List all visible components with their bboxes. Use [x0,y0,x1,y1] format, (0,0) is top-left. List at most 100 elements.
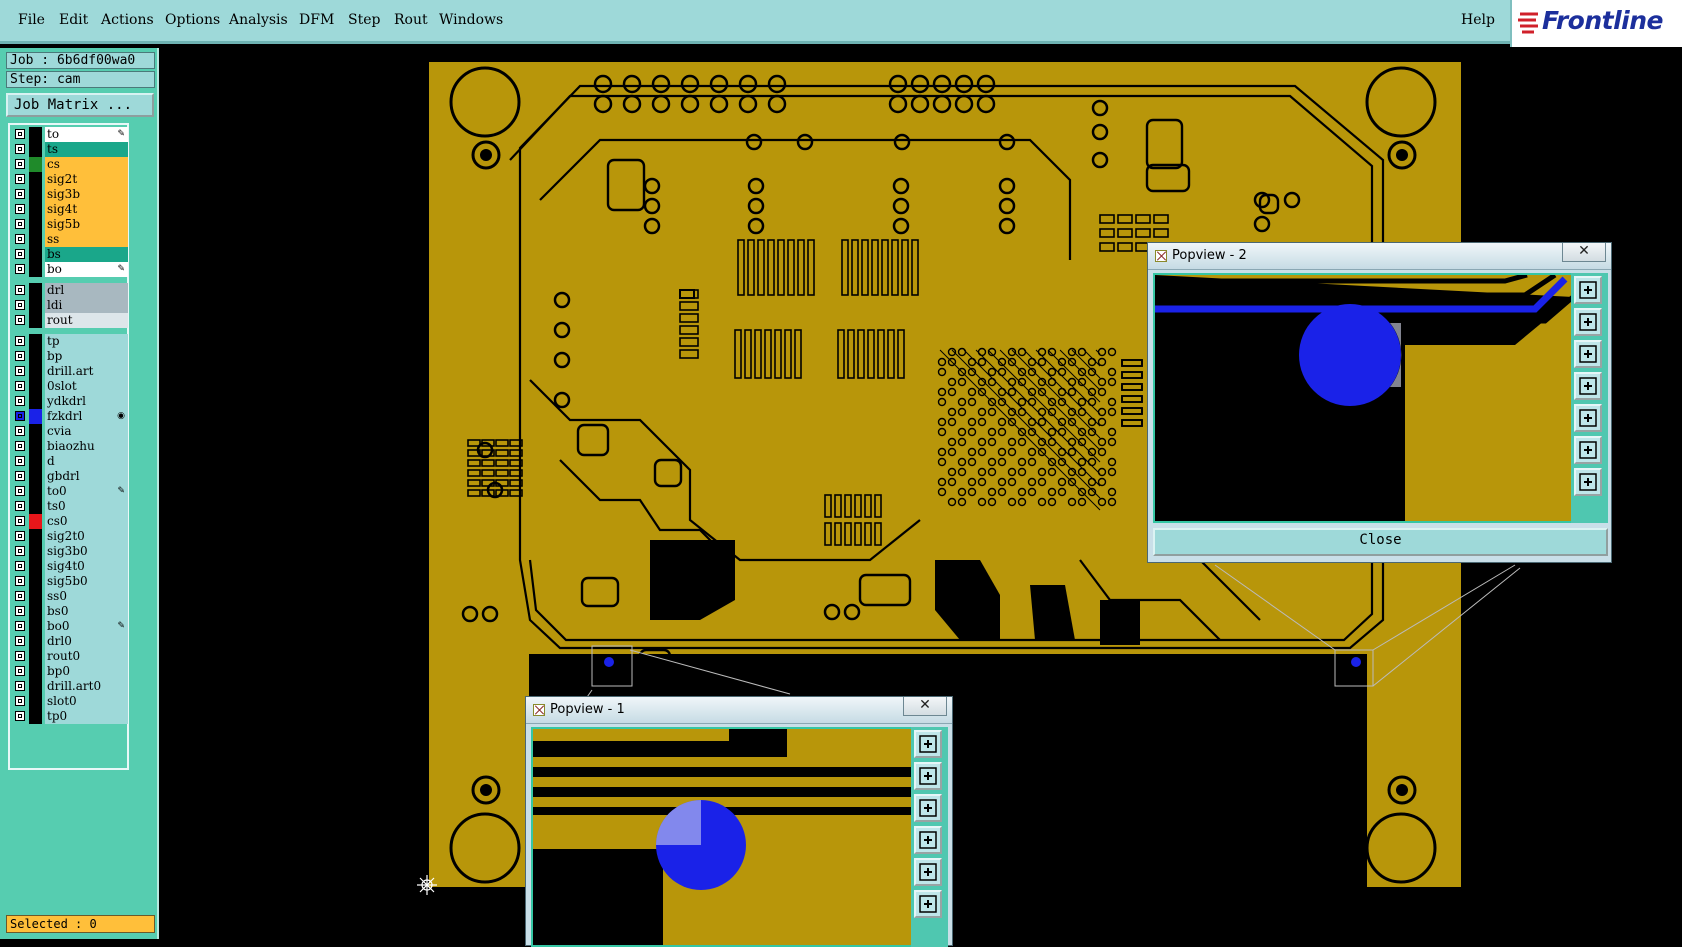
layer-name[interactable]: ydkdrl [45,394,128,409]
pan-right-icon[interactable] [914,858,942,886]
layer-checkbox[interactable] [15,300,25,310]
layer-name[interactable]: cs0 [45,514,128,529]
pan-right-icon[interactable] [1574,404,1602,432]
layer-color-swatch[interactable] [29,619,42,634]
layer-name[interactable]: sig3b [45,187,128,202]
layer-checkbox[interactable] [15,285,25,295]
layer-row-rout0[interactable]: rout0 [12,649,128,664]
layer-row-to0[interactable]: to0 ✎ [12,484,128,499]
layer-row-biaozhu[interactable]: biaozhu [12,439,128,454]
layer-row-cvia[interactable]: cvia [12,424,128,439]
layer-color-swatch[interactable] [29,649,42,664]
layer-name[interactable]: rout0 [45,649,128,664]
layer-checkbox[interactable] [15,471,25,481]
layer-row-sig2t0[interactable]: sig2t0 [12,529,128,544]
layer-color-swatch[interactable] [29,202,42,217]
layer-name[interactable]: tp [45,334,128,349]
layer-row-d[interactable]: d [12,454,128,469]
layer-checkbox[interactable] [15,651,25,661]
layer-row-sig5b[interactable]: sig5b [12,217,128,232]
layer-checkbox[interactable] [15,234,25,244]
zoom-window-icon[interactable] [1574,276,1602,304]
menu-analysis[interactable]: Analysis [229,12,288,28]
layer-color-swatch[interactable] [29,283,42,298]
layer-color-swatch[interactable] [29,334,42,349]
layer-color-swatch[interactable] [29,313,42,328]
layer-row-cs0[interactable]: cs0 [12,514,128,529]
layer-checkbox[interactable] [15,336,25,346]
menu-dfm[interactable]: DFM [299,12,334,28]
layer-row-bo0[interactable]: bo0 ✎ [12,619,128,634]
layer-row-bo[interactable]: bo ✎ [12,262,128,277]
layer-checkbox[interactable] [15,711,25,721]
layer-color-swatch[interactable] [29,604,42,619]
popview-1-titlebar[interactable]: Popview - 1 ✕ [526,697,952,724]
menu-rout[interactable]: Rout [394,12,428,28]
layer-color-swatch[interactable] [29,172,42,187]
layer-color-swatch[interactable] [29,142,42,157]
layer-checkbox[interactable] [15,219,25,229]
layer-row-tp0[interactable]: tp0 [12,709,128,724]
layer-row-slot0[interactable]: slot0 [12,694,128,709]
layer-name[interactable]: bo ✎ [45,262,128,277]
layer-row-drill.art[interactable]: drill.art [12,364,128,379]
layer-row-rout[interactable]: rout [12,313,128,328]
layer-name[interactable]: fzkdrl ◉ [45,409,128,424]
layer-color-swatch[interactable] [29,529,42,544]
zoom-home-icon[interactable] [1574,468,1602,496]
layer-checkbox[interactable] [15,486,25,496]
zoom-fit-icon[interactable] [914,890,942,918]
layer-color-swatch[interactable] [29,187,42,202]
layer-color-swatch[interactable] [29,559,42,574]
pan-left-icon[interactable] [1574,372,1602,400]
layer-row-drl0[interactable]: drl0 [12,634,128,649]
layer-checkbox[interactable] [15,159,25,169]
menu-options[interactable]: Options [165,12,220,28]
layer-checkbox[interactable] [15,174,25,184]
layer-row-sig3b0[interactable]: sig3b0 [12,544,128,559]
popview-2-close-icon[interactable]: ✕ [1562,243,1606,262]
layer-color-swatch[interactable] [29,484,42,499]
layer-color-swatch[interactable] [29,439,42,454]
layer-name[interactable]: to ✎ [45,127,128,142]
layer-name[interactable]: 0slot [45,379,128,394]
layer-row-gbdrl[interactable]: gbdrl [12,469,128,484]
layer-color-swatch[interactable] [29,298,42,313]
layer-checkbox[interactable] [15,411,25,421]
layer-name[interactable]: ldi [45,298,128,313]
layer-name[interactable]: sig4t0 [45,559,128,574]
layer-row-ydkdrl[interactable]: ydkdrl [12,394,128,409]
layer-name[interactable]: biaozhu [45,439,128,454]
menu-step[interactable]: Step [348,12,380,28]
layer-checkbox[interactable] [15,249,25,259]
layer-name[interactable]: sig5b0 [45,574,128,589]
layer-name[interactable]: sig3b0 [45,544,128,559]
menu-actions[interactable]: Actions [101,12,154,28]
layer-name[interactable]: sig2t [45,172,128,187]
layer-color-swatch[interactable] [29,664,42,679]
layer-checkbox[interactable] [15,666,25,676]
layer-name[interactable]: bs [45,247,128,262]
layer-checkbox[interactable] [15,606,25,616]
layer-color-swatch[interactable] [29,679,42,694]
layer-row-sig4t0[interactable]: sig4t0 [12,559,128,574]
layer-name[interactable]: bp0 [45,664,128,679]
layer-color-swatch[interactable] [29,634,42,649]
layer-row-sig5b0[interactable]: sig5b0 [12,574,128,589]
popview-2-titlebar[interactable]: Popview - 2 ✕ [1148,243,1611,270]
zoom-fit-icon[interactable] [1574,436,1602,464]
layer-checkbox[interactable] [15,546,25,556]
layer-color-swatch[interactable] [29,127,42,142]
layer-checkbox[interactable] [15,621,25,631]
layer-row-drill.art0[interactable]: drill.art0 [12,679,128,694]
layer-checkbox[interactable] [15,516,25,526]
menu-windows[interactable]: Windows [439,12,503,28]
layer-color-swatch[interactable] [29,232,42,247]
layer-color-swatch[interactable] [29,247,42,262]
layer-row-bp0[interactable]: bp0 [12,664,128,679]
layer-checkbox[interactable] [15,636,25,646]
menu-edit[interactable]: Edit [59,12,88,28]
layer-color-swatch[interactable] [29,262,42,277]
layer-row-ss0[interactable]: ss0 [12,589,128,604]
layer-row-drl[interactable]: drl [12,283,128,298]
